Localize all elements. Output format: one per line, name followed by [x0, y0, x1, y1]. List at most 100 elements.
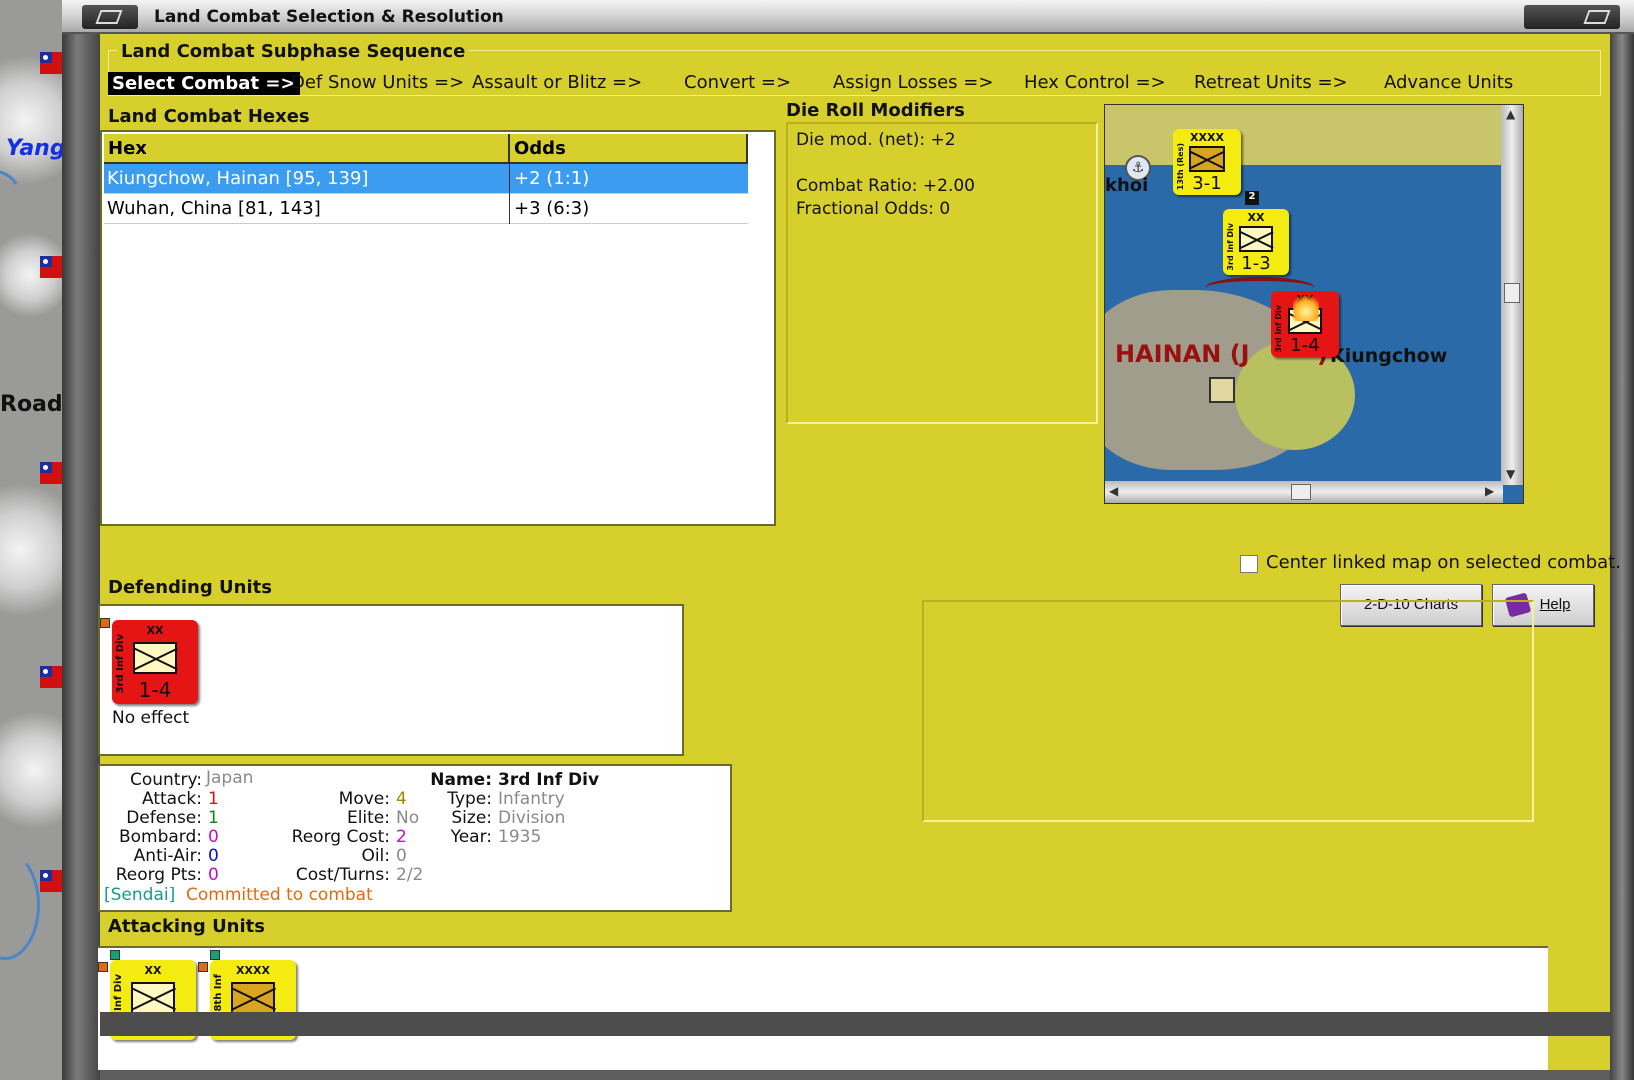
die-roll-modifiers: Die mod. (net): +2 Combat Ratio: +2.00 F… [786, 122, 1098, 424]
unit-strength: 1-4 [138, 678, 172, 702]
status-marker [98, 962, 108, 972]
unit-name: 8th Inf [213, 974, 224, 1012]
combat-result: No effect [112, 708, 190, 728]
reorgpts-label: Reorg Pts: [115, 865, 202, 885]
year-label: Year: [450, 827, 492, 847]
maximize-icon [1583, 10, 1611, 24]
scroll-thumb[interactable] [1291, 484, 1311, 500]
step-assault-or-blitz: Assault or Blitz => [472, 72, 643, 93]
step-select-combat: Select Combat => [108, 72, 300, 95]
infantry-icon [133, 642, 177, 674]
window-icon [95, 10, 123, 24]
year-value: 1935 [498, 827, 542, 847]
scroll-thumb[interactable] [1504, 283, 1520, 303]
attack-value: 1 [208, 789, 219, 809]
status-marker [210, 950, 220, 960]
odds-cell: +2 (1:1) [514, 168, 590, 189]
unit-strength: 1-3 [1241, 253, 1271, 274]
center-map-label[interactable]: Center linked map on selected combat. [1266, 552, 1621, 573]
move-label: Move: [338, 789, 390, 809]
map-land [1105, 105, 1503, 165]
move-value: 4 [396, 789, 407, 809]
name-label: Name: [430, 770, 492, 790]
column-header-hex[interactable]: Hex [104, 134, 510, 164]
defending-units-title: Defending Units [108, 577, 272, 598]
combat-ratio: Combat Ratio: +2.00 [796, 176, 975, 196]
flag-icon [40, 870, 62, 892]
linked-map[interactable]: ⚓ khoi HAINAN (J ) Kiungchow XXXX 13th (… [1104, 104, 1524, 504]
oil-value: 0 [396, 846, 407, 866]
defense-value: 1 [208, 808, 219, 828]
defending-units-panel: XX 3rd Inf Div 1-4 No effect [98, 604, 684, 756]
die-roll-title: Die Roll Modifiers [786, 100, 965, 121]
unit-counter[interactable]: XX 3rd Inf Div 1-4 [112, 620, 198, 704]
background-map: Yang Road [0, 0, 64, 1080]
step-advance-units: Advance Units [1384, 72, 1514, 93]
center-map-checkbox[interactable] [1240, 555, 1258, 573]
unit-info-panel: Country: Japan Attack: 1 Defense: 1 Bomb… [98, 764, 732, 912]
reorgcost-label: Reorg Cost: [291, 827, 390, 847]
elite-label: Elite: [346, 808, 390, 828]
map-label: khoi [1105, 175, 1149, 196]
help-label: Help [1539, 596, 1571, 613]
scroll-down-icon[interactable]: ▼ [1506, 467, 1515, 481]
costturns-label: Cost/Turns: [295, 865, 390, 885]
scroll-left-icon[interactable]: ◀ [1109, 484, 1118, 498]
die-mod-net: Die mod. (net): +2 [796, 130, 956, 150]
combat-window: Land Combat Selection & Resolution Land … [62, 0, 1634, 1080]
step-retreat-units: Retreat Units => [1194, 72, 1348, 93]
status-marker [100, 618, 110, 628]
maximize-button[interactable] [1524, 5, 1620, 29]
snow-terrain [0, 700, 64, 840]
step-def-snow-units: Def Snow Units => [291, 72, 465, 93]
unit-status: Committed to combat [186, 885, 373, 905]
defense-label: Defense: [126, 808, 202, 828]
infantry-icon [131, 982, 175, 1014]
scroll-up-icon[interactable]: ▲ [1506, 107, 1515, 121]
flag-icon [40, 462, 62, 484]
table-row[interactable]: Wuhan, China [81, 143] +3 (6:3) [104, 194, 748, 224]
unit-counter[interactable]: XX 3rd Inf Div 1-3 [1223, 209, 1289, 275]
elite-value: No [396, 808, 420, 828]
antiair-value: 0 [208, 846, 219, 866]
unit-name: Inf Div [113, 974, 124, 1011]
fractional-odds: Fractional Odds: 0 [796, 199, 951, 219]
infantry-icon [1189, 146, 1225, 172]
scroll-right-icon[interactable]: ▶ [1485, 484, 1494, 498]
window-content: Land Combat Subphase Sequence Select Com… [98, 34, 1621, 1070]
horizontal-scrollbar[interactable]: ◀ ▶ [1105, 481, 1503, 503]
oil-label: Oil: [361, 846, 390, 866]
flag-icon [40, 52, 62, 74]
combat-hexes-table: Hex Odds Kiungchow, Hainan [95, 139] +2 … [100, 130, 776, 526]
unit-counter[interactable]: XXXX 13th (Res) 3-1 [1173, 129, 1241, 195]
reorgpts-value: 0 [208, 865, 219, 885]
antiair-label: Anti-Air: [133, 846, 202, 866]
map-label: Road [0, 392, 63, 417]
size-value: Division [498, 808, 566, 828]
type-value: Infantry [498, 789, 565, 809]
step-convert: Convert => [684, 72, 792, 93]
snow-terrain [0, 470, 64, 630]
title-bar[interactable]: Land Combat Selection & Resolution [62, 0, 1634, 34]
country-label: Country: [129, 770, 202, 790]
unit-strength: 3-1 [1192, 173, 1222, 194]
size-label: Size: [451, 808, 492, 828]
stack-count: 2 [1245, 191, 1259, 205]
system-menu-button[interactable] [82, 5, 138, 29]
infantry-icon [231, 982, 275, 1014]
infantry-icon [1239, 226, 1273, 252]
step-hex-control: Hex Control => [1024, 72, 1166, 93]
status-marker [110, 950, 120, 960]
column-header-odds[interactable]: Odds [510, 134, 748, 164]
map-label: Kiungchow [1330, 345, 1448, 367]
table-row[interactable]: Kiungchow, Hainan [95, 139] +2 (1:1) [104, 164, 748, 194]
river [0, 850, 40, 960]
map-label: HAINAN (J [1115, 340, 1250, 368]
reorgcost-value: 2 [396, 827, 407, 847]
hex-cell: Wuhan, China [81, 143] [107, 198, 321, 219]
flag-icon [40, 666, 62, 688]
attack-label: Attack: [142, 789, 202, 809]
window-bottom-bar [100, 1012, 1610, 1036]
vertical-scrollbar[interactable]: ▲ ▼ [1501, 105, 1523, 485]
country-value: Japan [206, 768, 254, 788]
